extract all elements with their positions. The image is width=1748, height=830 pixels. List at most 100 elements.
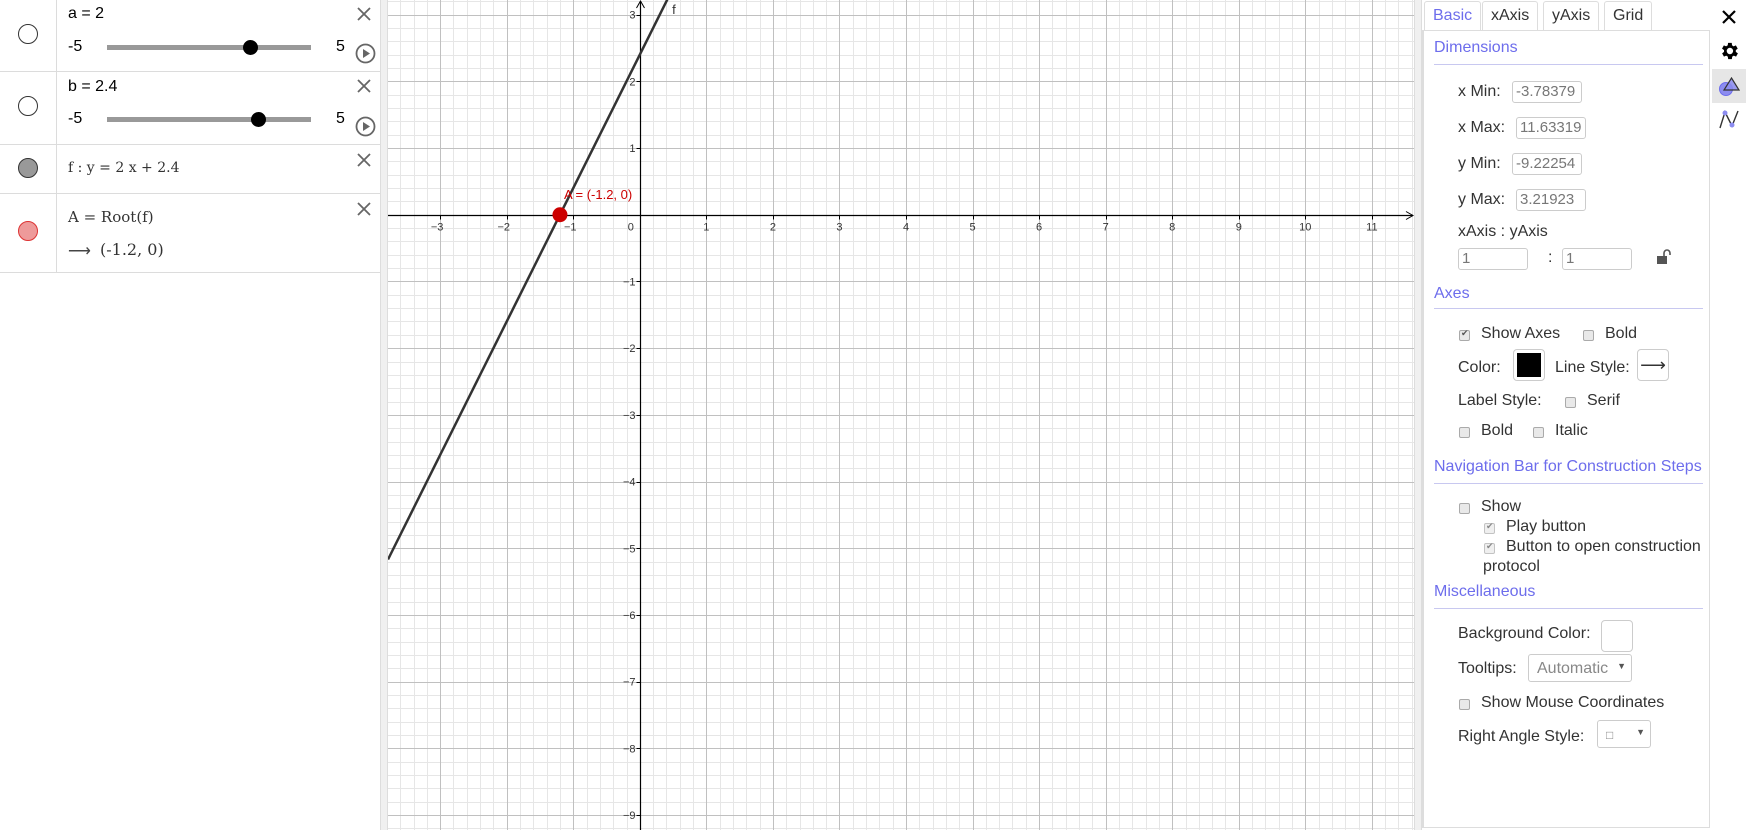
x-min-input[interactable]: -3.78379 <box>1512 81 1582 103</box>
algebra-item-slider-a[interactable]: a = 2 -5 5 <box>0 0 380 72</box>
point-definition[interactable]: A = Root(f) <box>68 208 154 226</box>
output-arrow-icon: ⟶ <box>68 243 91 260</box>
y-tick-label: −7 <box>623 677 636 689</box>
graphics-view[interactable]: −3 −2 −1 0 1 2 3 4 5 6 7 8 9 10 11 3 2 1 −1 −2 −3 −4 −5 −6 −7 −8… <box>388 0 1414 830</box>
geogebra-app: a = 2 -5 5 b = 2.4 -5 5 f: y = 2 x + 2.… <box>0 0 1748 830</box>
y-tick-label: 1 <box>629 143 635 155</box>
x-tick-label: −3 <box>431 222 444 234</box>
point-A <box>552 207 568 223</box>
gear-icon <box>1722 42 1738 60</box>
tooltips-dropdown[interactable]: Automatic ▼ <box>1528 654 1632 682</box>
visibility-toggle-marble[interactable] <box>18 158 38 178</box>
graphics-canvas[interactable]: −3 −2 −1 0 1 2 3 4 5 6 7 8 9 10 11 3 2 1 −1 −2 −3 −4 −5 −6 −7 −8… <box>388 0 1414 830</box>
slider-knob[interactable] <box>250 112 266 127</box>
slider-min-label: -5 <box>68 38 83 55</box>
x-max-input[interactable]: 11.63319 <box>1516 117 1586 139</box>
visibility-toggle-marble[interactable] <box>18 24 38 44</box>
protocol-button-checkbox[interactable] <box>1484 541 1495 554</box>
algebra-item-function-f[interactable]: f : y = 2 x + 2.4 <box>0 145 380 194</box>
section-title-miscellaneous: Miscellaneous <box>1434 583 1536 600</box>
ratio-separator: : <box>1548 249 1553 266</box>
algebra-item-point-A[interactable]: A = Root(f) ⟶ (-1.2, 0) <box>0 194 380 273</box>
unlock-icon[interactable] <box>1656 249 1672 265</box>
point-value: (-1.2, 0) <box>100 240 164 259</box>
y-min-input[interactable]: -9.22254 <box>1512 153 1582 175</box>
algebra-item-slider-b[interactable]: b = 2.4 -5 5 <box>0 72 380 145</box>
italic-checkbox[interactable] <box>1533 427 1544 438</box>
y-ratio-input[interactable]: 1 <box>1562 248 1632 270</box>
grid-major <box>388 0 1414 830</box>
serif-checkbox[interactable] <box>1565 397 1576 408</box>
close-settings-button[interactable] <box>1712 1 1746 33</box>
function-label-f: f <box>672 2 676 17</box>
tab-grid[interactable]: Grid <box>1604 1 1653 31</box>
play-button-label: Play button <box>1506 518 1587 535</box>
axes-color-label: Color: <box>1458 359 1501 376</box>
axes-bold-label: Bold <box>1605 325 1638 342</box>
label-bold-checkbox[interactable] <box>1459 427 1470 438</box>
x-min-label: x Min: <box>1458 83 1501 100</box>
line-style-button[interactable]: ⟶ <box>1637 349 1669 381</box>
global-settings-button[interactable] <box>1712 35 1746 67</box>
slider-track[interactable] <box>107 40 311 55</box>
right-angle-style-value: □ <box>1606 728 1614 742</box>
show-navigation-checkbox[interactable] <box>1459 503 1470 514</box>
x-tick-label: 10 <box>1299 222 1311 234</box>
visibility-toggle-marble[interactable] <box>18 221 38 241</box>
section-title-navigation: Navigation Bar for Construction Steps <box>1434 458 1702 475</box>
play-icon[interactable] <box>355 43 376 64</box>
y-tick-label: 2 <box>629 76 635 88</box>
y-max-label: y Max: <box>1458 191 1506 208</box>
x-tick-label: −1 <box>564 222 577 234</box>
x-tick-label: 9 <box>1236 222 1242 234</box>
show-navigation-label: Show <box>1481 498 1522 515</box>
delete-icon[interactable] <box>354 150 374 170</box>
slider-min-label: -5 <box>68 110 83 127</box>
show-axes-label: Show Axes <box>1481 325 1561 342</box>
background-color-button[interactable] <box>1601 620 1633 652</box>
delete-icon[interactable] <box>354 199 374 219</box>
x-max-label: x Max: <box>1458 119 1506 136</box>
section-divider <box>1434 308 1703 309</box>
right-angle-style-dropdown[interactable]: □ ▼ <box>1597 720 1651 748</box>
y-tick-label: −8 <box>623 743 636 755</box>
tooltips-value: Automatic <box>1537 660 1609 677</box>
tab-yaxis[interactable]: yAxis <box>1543 1 1600 31</box>
delete-icon[interactable] <box>354 4 374 24</box>
y-max-input[interactable]: 3.21923 <box>1516 189 1586 211</box>
x-tick-label: 7 <box>1103 222 1109 234</box>
slider-track[interactable] <box>107 112 311 127</box>
axes-ratio-label: xAxis : yAxis <box>1458 223 1548 240</box>
slider-knob[interactable] <box>242 40 258 55</box>
function-definition[interactable]: f : y = 2 x + 2.4 <box>68 160 180 176</box>
y-tick-label: −4 <box>623 477 636 489</box>
section-divider <box>1434 64 1703 65</box>
show-mouse-coordinates-checkbox[interactable] <box>1459 699 1470 710</box>
slider-definition[interactable]: a = 2 <box>68 5 104 23</box>
axes-color-button[interactable] <box>1513 349 1545 381</box>
graphics-settings-splitter[interactable] <box>1414 0 1422 830</box>
algebra-settings-button[interactable] <box>1712 103 1746 135</box>
x-tick-label: 4 <box>903 222 909 234</box>
play-button-checkbox[interactable] <box>1484 521 1495 534</box>
algebra-graphics-splitter[interactable] <box>380 0 388 830</box>
background-color-label: Background Color: <box>1458 625 1591 642</box>
visibility-toggle-marble[interactable] <box>18 96 38 116</box>
slider-definition[interactable]: b = 2.4 <box>68 78 117 96</box>
play-icon[interactable] <box>355 116 376 137</box>
tab-basic[interactable]: Basic <box>1424 1 1482 31</box>
x-ratio-input[interactable]: 1 <box>1458 248 1528 270</box>
slider-max-label: 5 <box>336 110 345 127</box>
graphics-settings-button[interactable] <box>1712 69 1746 103</box>
delete-icon[interactable] <box>354 76 374 96</box>
section-title-dimensions: Dimensions <box>1434 39 1518 56</box>
show-axes-checkbox[interactable] <box>1459 328 1470 341</box>
y-tick-label: −9 <box>623 810 636 822</box>
section-title-axes: Axes <box>1434 285 1470 302</box>
x-tick-label: 11 <box>1366 222 1377 234</box>
tab-xaxis[interactable]: xAxis <box>1482 1 1539 31</box>
algebra-view: a = 2 -5 5 b = 2.4 -5 5 f: y = 2 x + 2.… <box>0 0 380 830</box>
close-icon <box>1722 10 1736 24</box>
color-swatch <box>1517 353 1541 377</box>
axes-bold-checkbox[interactable] <box>1583 330 1594 341</box>
